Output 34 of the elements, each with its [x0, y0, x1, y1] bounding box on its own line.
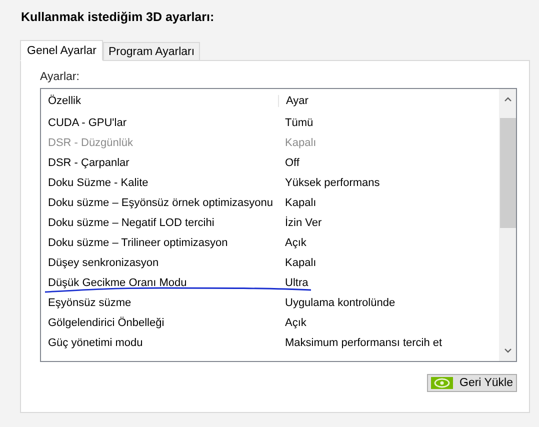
- setting-name[interactable]: Doku süzme – Eşyönsüz örnek optimizasyonu: [41, 197, 278, 209]
- setting-name[interactable]: Düşey senkronizasyon: [41, 257, 278, 269]
- section-heading: Kullanmak istediğim 3D ayarları:: [20, 10, 216, 24]
- setting-value[interactable]: Kapalı: [278, 257, 316, 269]
- setting-value[interactable]: Tümü: [278, 117, 314, 129]
- setting-name[interactable]: CUDA - GPU'lar: [41, 117, 278, 129]
- column-header[interactable]: Özellik: [41, 95, 278, 107]
- setting-value[interactable]: Maksimum performansı tercih et: [278, 337, 442, 349]
- scrollbar[interactable]: [499, 89, 516, 361]
- setting-name[interactable]: Gölgelendirici Önbelleği: [41, 317, 278, 329]
- setting-name[interactable]: Doku süzme – Negatif LOD tercihi: [41, 217, 278, 229]
- setting-value[interactable]: İzin Ver: [278, 217, 322, 229]
- column-header[interactable]: Ayar: [278, 95, 308, 107]
- setting-value[interactable]: Off: [278, 157, 300, 169]
- tab[interactable]: Program Ayarları: [103, 42, 200, 61]
- scroll-up-icon[interactable]: [504, 97, 512, 102]
- setting-name[interactable]: DSR - Çarpanlar: [41, 157, 278, 169]
- setting-value[interactable]: Uygulama kontrolünde: [278, 297, 396, 309]
- list-label: Ayarlar:: [40, 71, 80, 83]
- tab[interactable]: Genel Ayarlar: [20, 40, 104, 61]
- setting-name[interactable]: Doku süzme – Trilineer optimizasyon: [41, 237, 278, 249]
- eye-logo-icon: [430, 377, 453, 389]
- setting-value[interactable]: Açık: [278, 237, 306, 249]
- setting-value[interactable]: Açık: [278, 317, 306, 329]
- setting-name[interactable]: Eşyönsüz süzme: [41, 297, 278, 309]
- restore-button[interactable]: Geri Yükle: [426, 374, 517, 392]
- setting-value[interactable]: Kapalı: [278, 197, 316, 209]
- scroll-down-icon[interactable]: [504, 348, 512, 353]
- setting-name[interactable]: Güç yönetimi modu: [41, 337, 278, 349]
- setting-value[interactable]: Yüksek performans: [278, 177, 380, 189]
- setting-value[interactable]: Ultra: [278, 277, 308, 289]
- setting-name[interactable]: Doku Süzme - Kalite: [41, 177, 278, 189]
- scrollbar-thumb[interactable]: [500, 118, 516, 228]
- setting-name[interactable]: Düşük Gecikme Oranı Modu: [41, 277, 278, 289]
